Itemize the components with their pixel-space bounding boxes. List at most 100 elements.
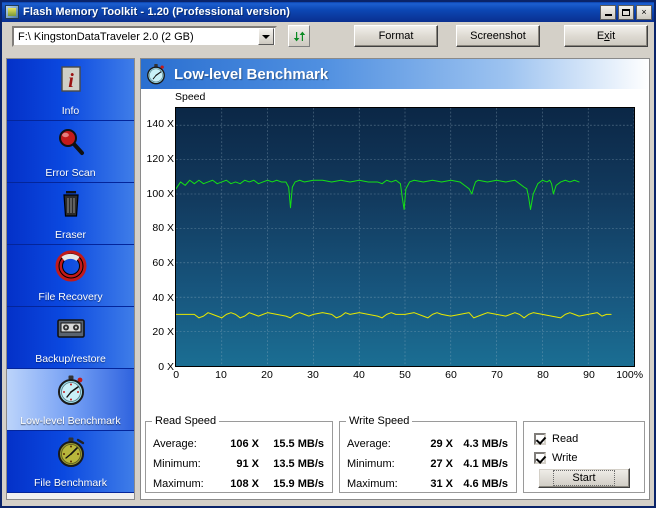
y-tick-label: 140 X [146,118,174,131]
row-label: Minimum: [347,458,395,470]
read-checkbox-label: Read [552,433,579,445]
sidebar-item-label: File Recovery [38,291,103,303]
screenshot-button[interactable]: Screenshot [456,25,540,47]
chevron-down-icon[interactable] [258,28,274,45]
app-icon [5,5,19,19]
table-row: Average: 106 X 15.5 MB/s [153,434,326,454]
refresh-icon [293,31,305,41]
stopwatch-yellow-icon [57,437,84,467]
sidebar-item-low-level-benchmark[interactable]: Low-level Benchmark [7,369,134,431]
results-area: Read Speed Average: 106 X 15.5 MB/s Mini… [141,415,649,499]
x-tick-label: 60 [445,369,457,381]
table-row: Average: 29 X 4.3 MB/s [347,434,510,454]
row-value-mb: 15.5 MB/s [273,438,324,450]
screenshot-button-label: Screenshot [470,30,526,42]
x-tick-label: 100% [616,369,644,381]
exit-button-label: Exit [596,30,616,42]
y-tick-label: 40 X [152,291,174,304]
close-icon: × [641,6,647,17]
exit-button[interactable]: Exit [564,25,648,47]
row-value-mb: 4.6 MB/s [463,478,508,490]
x-axis-ticks: 0 10 20 30 40 50 60 70 80 90 100% [173,369,643,383]
toolbar: F:\ KingstonDataTraveler 2.0 (2 GB) Form… [2,22,654,52]
checkbox-icon[interactable] [534,452,546,464]
sidebar-item-info[interactable]: i Info [7,59,134,121]
checkbox-icon[interactable] [534,433,546,445]
row-value-x: 31 X [430,478,453,490]
drive-select-value: F:\ KingstonDataTraveler 2.0 (2 GB) [18,30,194,43]
trash-can-icon [62,191,79,217]
table-row: Maximum: 108 X 15.9 MB/s [153,474,326,494]
row-value-x: 29 X [430,438,453,450]
y-tick-label: 60 X [152,257,174,269]
sidebar-item-eraser[interactable]: Eraser [7,183,134,245]
row-value-x: 91 X [236,458,259,470]
sidebar: i Info Error Scan Eraser File Recovery B… [6,58,135,500]
sidebar-item-backup-restore[interactable]: Backup/restore [7,307,134,369]
row-value-mb: 4.1 MB/s [463,458,508,470]
start-button[interactable]: Start [538,468,630,488]
magnifier-icon [58,129,84,155]
row-label: Maximum: [347,478,398,490]
read-speed-title: Read Speed [152,415,220,427]
info-document-icon: i [60,66,81,92]
table-row: Minimum: 91 X 13.5 MB/s [153,454,326,474]
sidebar-item-file-recovery[interactable]: File Recovery [7,245,134,307]
row-value-mb: 13.5 MB/s [273,458,324,470]
x-tick-label: 30 [307,369,319,381]
row-label: Average: [347,438,391,450]
read-checkbox[interactable]: Read [534,431,578,447]
sidebar-item-error-scan[interactable]: Error Scan [7,121,134,183]
y-tick-label: 120 X [146,153,174,165]
app-window: Flash Memory Toolkit - 1.20 (Professiona… [0,0,656,508]
y-axis-label: Speed [175,91,206,103]
minimize-button[interactable] [600,4,616,20]
sidebar-item-label: File Benchmark [34,477,107,489]
x-tick-label: 50 [399,369,411,381]
y-tick-label: 0 X [158,361,174,373]
sidebar-item-label: Low-level Benchmark [20,415,121,427]
table-row: Minimum: 27 X 4.1 MB/s [347,454,510,474]
x-tick-label: 90 [583,369,595,381]
maximize-button[interactable] [618,4,634,20]
row-value-x: 108 X [230,478,259,490]
page-title: Low-level Benchmark [174,65,329,83]
sidebar-item-file-benchmark[interactable]: File Benchmark [7,431,134,493]
write-checkbox-label: Write [552,452,578,464]
table-row: Maximum: 31 X 4.6 MB/s [347,474,510,494]
write-checkbox[interactable]: Write [534,450,577,466]
window-title: Flash Memory Toolkit - 1.20 (Professiona… [23,6,291,18]
row-value-x: 106 X [230,438,259,450]
y-tick-label: 80 X [152,222,174,235]
sidebar-item-label: Eraser [55,229,86,241]
svg-text:i: i [68,70,74,92]
refresh-button[interactable] [288,25,310,47]
cassette-tape-icon [56,319,85,338]
format-button[interactable]: Format [354,25,438,47]
row-value-x: 27 X [430,458,453,470]
panel-header: Low-level Benchmark [141,59,649,89]
app-body: i Info Error Scan Eraser File Recovery B… [4,54,652,504]
read-speed-group: Read Speed Average: 106 X 15.5 MB/s Mini… [145,415,333,494]
format-button-label: Format [378,30,414,42]
benchmark-options-group: Read Write Start [523,421,645,493]
row-label: Average: [153,438,197,450]
stopwatch-blue-icon [57,375,84,405]
row-label: Maximum: [153,478,204,490]
x-tick-label: 10 [215,369,227,381]
window-controls: × [600,4,652,20]
row-value-mb: 4.3 MB/s [463,438,508,450]
sidebar-item-label: Info [61,105,80,117]
lifebuoy-icon [55,250,86,282]
sidebar-item-label: Backup/restore [35,353,106,365]
start-button-label: Start [553,470,615,486]
x-tick-label: 0 [173,369,180,381]
close-button[interactable]: × [636,4,652,20]
row-value-mb: 15.9 MB/s [273,478,324,490]
x-tick-label: 40 [353,369,365,381]
stopwatch-blue-icon [147,64,165,85]
drive-select[interactable]: F:\ KingstonDataTraveler 2.0 (2 GB) [12,26,277,47]
benchmark-chart: Speed 0 X 20 X 40 X 60 X 80 X 100 X 120 X 140 X… [141,89,649,389]
row-label: Minimum: [153,458,201,470]
y-axis-ticks: 0 X 20 X 40 X 60 X 80 X 100 X 120 X 140 X [141,107,174,373]
